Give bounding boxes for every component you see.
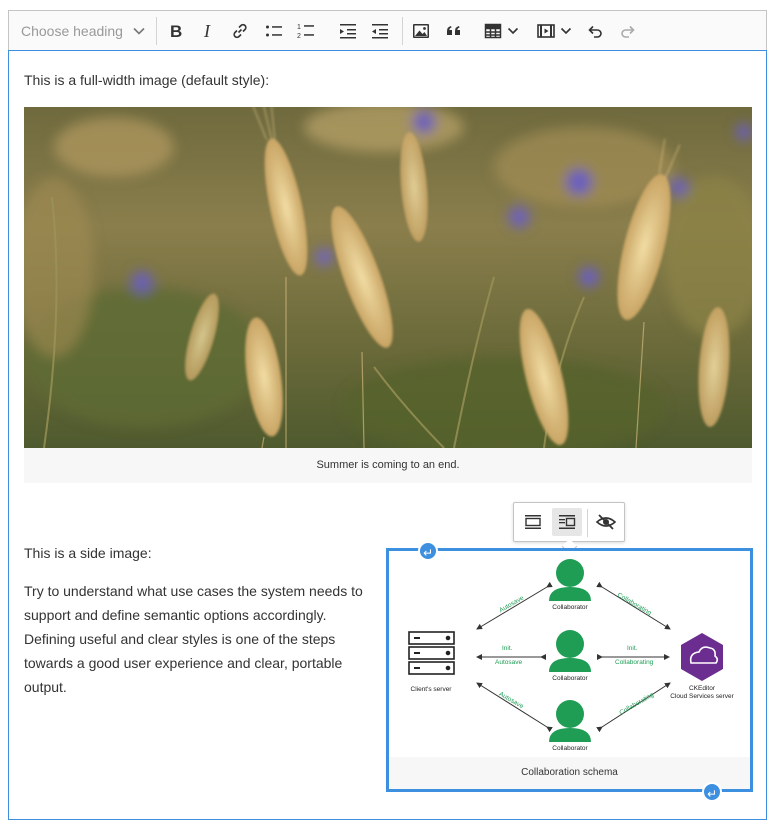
insert-paragraph-before-handle[interactable]: ↵: [418, 541, 438, 561]
outdent-button[interactable]: [333, 16, 363, 46]
link-icon: [233, 23, 247, 39]
insert-image-button[interactable]: [406, 16, 436, 46]
ckeditor-label-2: Cloud Services server: [670, 693, 734, 700]
collaborator-middle-icon: [549, 630, 591, 672]
chevron-down-icon: [507, 27, 519, 35]
media-icon: [537, 24, 555, 38]
full-width-figure[interactable]: Summer is coming to an end.: [24, 107, 752, 483]
collaboration-diagram: Autosave Init. Autosave Autosave Collabo…: [408, 559, 735, 752]
side-image-style-button[interactable]: [552, 508, 582, 536]
outdent-icon: [340, 24, 356, 39]
collaborating-label-top: Collaborating: [616, 592, 653, 617]
chevron-down-icon: [560, 27, 572, 35]
side-paragraph: Try to understand what use cases the sys…: [24, 583, 363, 695]
autosave-label-bottom: Autosave: [498, 691, 525, 711]
indent-icon: [372, 24, 388, 39]
table-icon: [484, 23, 502, 39]
numbered-list-button[interactable]: 12: [291, 16, 321, 46]
autosave-label-top: Autosave: [498, 594, 525, 614]
init-label-left: Init.: [502, 645, 513, 652]
side-image-caption[interactable]: Collaboration schema: [389, 757, 750, 789]
toolbar-separator: [156, 17, 157, 45]
init-label-right: Init.: [627, 645, 638, 652]
collaborating-label-bottom: Collaborating: [618, 691, 655, 716]
toolbar-separator: [402, 17, 403, 45]
insert-media-button[interactable]: [529, 16, 579, 46]
italic-button[interactable]: I: [193, 16, 223, 46]
quote-icon: [447, 26, 460, 35]
heading-dropdown-label: Choose heading: [21, 23, 123, 39]
client-server-icon: [408, 631, 455, 675]
link-button[interactable]: [225, 16, 255, 46]
undo-icon: [588, 25, 602, 38]
collaborator-label-bottom: Collaborator: [552, 745, 588, 752]
full-width-image-icon: [525, 515, 541, 529]
italic-icon: I: [203, 21, 211, 41]
svg-text:1: 1: [297, 24, 301, 31]
balloon-separator: [587, 509, 588, 537]
side-image-icon: [559, 515, 576, 529]
wheat-photo-image: [24, 107, 752, 448]
chevron-down-icon: [133, 27, 145, 35]
svg-text:B: B: [170, 22, 182, 41]
ckeditor-cloud-icon: [681, 633, 723, 681]
intro-paragraph: This is a full-width image (default styl…: [24, 72, 270, 88]
image-style-toolbar: [513, 502, 625, 555]
full-image-caption[interactable]: Summer is coming to an end.: [24, 448, 752, 483]
collaborator-bottom-icon: [549, 700, 591, 742]
redo-icon: [621, 25, 635, 38]
ckeditor-label-1: CKEditor: [689, 685, 716, 692]
indent-button[interactable]: [365, 16, 395, 46]
full-width-style-button[interactable]: [518, 508, 548, 536]
collaborating-label-mid: Collaborating: [615, 659, 654, 666]
insert-paragraph-after-handle[interactable]: ↵: [702, 782, 722, 802]
client-server-label: Client's server: [411, 686, 453, 693]
collaborator-top-icon: [549, 559, 591, 601]
numbered-list-icon: 12: [297, 24, 314, 40]
bold-button[interactable]: B: [161, 16, 191, 46]
block-quote-button[interactable]: [439, 16, 469, 46]
insert-table-button[interactable]: [471, 16, 531, 46]
bulleted-list-button[interactable]: [259, 16, 289, 46]
svg-text:2: 2: [297, 33, 301, 40]
side-image-label: This is a side image:: [24, 545, 152, 561]
toggle-caption-button[interactable]: [591, 508, 621, 536]
svg-text:I: I: [203, 21, 211, 41]
editor-toolbar: Choose heading B I 12: [9, 11, 766, 51]
bold-icon: B: [170, 22, 182, 41]
collaborator-label-mid: Collaborator: [552, 675, 588, 682]
eye-slash-icon: [595, 514, 617, 530]
side-image-figure[interactable]: Autosave Init. Autosave Autosave Collabo…: [386, 548, 753, 792]
bulleted-list-icon: [266, 25, 282, 37]
autosave-label-mid: Autosave: [495, 659, 522, 666]
redo-button[interactable]: [613, 16, 643, 46]
collaborator-label-top: Collaborator: [552, 604, 588, 611]
image-icon: [413, 24, 429, 38]
heading-dropdown[interactable]: Choose heading: [13, 16, 153, 46]
undo-button[interactable]: [580, 16, 610, 46]
wheat-field-photo: [24, 107, 752, 448]
